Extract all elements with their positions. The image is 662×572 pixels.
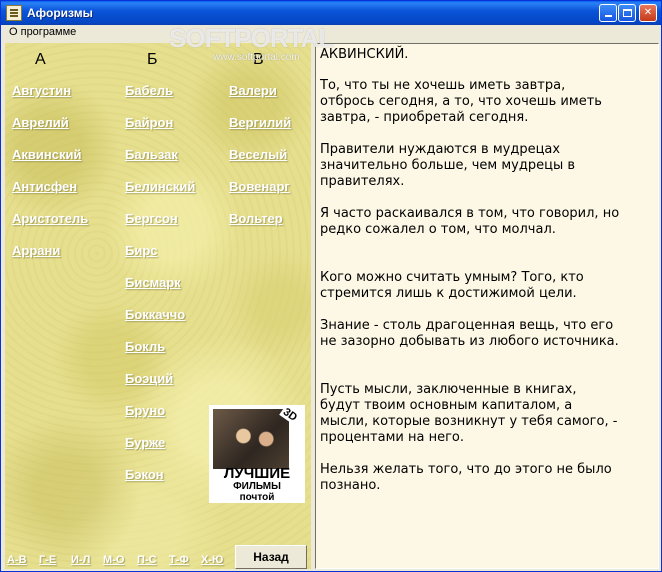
author-link[interactable]: Бокль — [125, 339, 165, 354]
author-link[interactable]: Бурже — [125, 435, 165, 450]
menu-bar: О программе — [1, 25, 661, 42]
author-link[interactable]: Бальзак — [125, 147, 178, 162]
author-link[interactable]: Вергилий — [229, 115, 291, 130]
author-link[interactable]: Аррани — [12, 243, 60, 258]
ad-banner[interactable]: 3D ЛУЧШИЕ ФИЛЬМЫ почтой — [209, 405, 305, 503]
author-link[interactable]: Байрон — [125, 115, 173, 130]
alphabet-range-link[interactable]: И-Л — [71, 554, 90, 566]
author-link[interactable]: Белинский — [125, 179, 195, 194]
alphabet-range-link[interactable]: Х-Ю — [201, 554, 223, 566]
author-link[interactable]: Бруно — [125, 403, 165, 418]
aphorism-text: Кого можно считать умным? Того, кто стре… — [320, 270, 584, 301]
author-link[interactable]: Боэций — [125, 371, 173, 386]
author-link[interactable]: Бирс — [125, 243, 158, 258]
aphorism-text: Правители нуждаются в мудрецах значитель… — [320, 142, 575, 189]
ad-subline: ФИЛЬМЫ — [233, 481, 281, 492]
aphorism-text: Я часто раскаивался в том, что говорил, … — [320, 206, 620, 237]
alphabet-range-link[interactable]: П-С — [137, 554, 157, 566]
author-link[interactable]: Бабель — [125, 83, 173, 98]
app-icon — [6, 5, 22, 21]
minimize-icon — [604, 15, 612, 17]
column-letter-b: Б — [147, 51, 158, 68]
aphorism-text: Знание - столь драгоценная вещь, что его… — [320, 318, 619, 349]
column-letter-v: В — [253, 51, 264, 68]
maximize-icon — [622, 9, 632, 17]
maximize-button[interactable] — [618, 4, 636, 22]
author-heading: АКВИНСКИЙ. — [320, 47, 409, 62]
author-link[interactable]: Бэкон — [125, 467, 164, 482]
aphorism-text-panel[interactable]: АКВИНСКИЙ. То, что ты не хочешь иметь за… — [315, 43, 659, 569]
close-icon: ✕ — [643, 7, 653, 18]
aphorism-text: Нельзя желать того, что до этого не было… — [320, 462, 612, 493]
author-link[interactable]: Бисмарк — [125, 275, 181, 290]
author-link[interactable]: Антисфен — [12, 179, 77, 194]
author-link[interactable]: Августин — [12, 83, 71, 98]
alphabet-range-link[interactable]: М-О — [103, 554, 124, 566]
back-button[interactable]: Назад — [235, 545, 307, 569]
author-link[interactable]: Валери — [229, 83, 277, 98]
author-link[interactable]: Аристотель — [12, 211, 88, 226]
ad-headline: ЛУЧШИЕ — [223, 465, 291, 482]
author-link[interactable]: Аврелий — [12, 115, 69, 130]
author-link[interactable]: Бергсон — [125, 211, 178, 226]
title-bar[interactable]: Афоризмы ✕ — [1, 1, 661, 25]
close-button[interactable]: ✕ — [639, 4, 657, 22]
aphorism-text: То, что ты не хочешь иметь завтра, отбро… — [320, 78, 602, 125]
ad-movie-image — [213, 409, 289, 469]
minimize-button[interactable] — [599, 4, 617, 22]
column-letter-a: А — [35, 51, 46, 68]
app-window: Афоризмы ✕ О программе А Б В Августин Ав… — [0, 0, 662, 572]
author-link[interactable]: Аквинский — [12, 147, 81, 162]
author-link[interactable]: Вольтер — [229, 211, 283, 226]
alphabet-range-link[interactable]: А-В — [7, 554, 27, 566]
ad-subline: почтой — [239, 492, 275, 503]
author-link[interactable]: Боккаччо — [125, 307, 185, 322]
author-link[interactable]: Веселый — [229, 147, 287, 162]
alphabet-range-link[interactable]: Т-Ф — [169, 554, 189, 566]
aphorism-text: Пусть мысли, заключенные в книгах, будут… — [320, 382, 618, 445]
menu-item-about[interactable]: О программе — [9, 26, 76, 38]
window-title: Афоризмы — [27, 6, 93, 20]
author-link[interactable]: Вовенарг — [229, 179, 290, 194]
alphabet-range-link[interactable]: Г-Е — [39, 554, 56, 566]
